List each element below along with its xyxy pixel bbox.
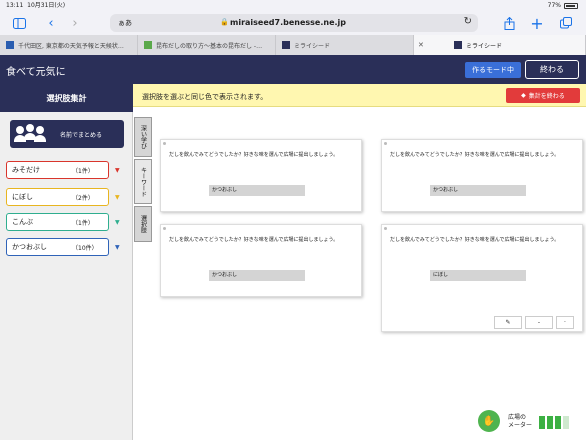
- recipe-favicon-icon: [144, 41, 152, 49]
- browser-tab-label: 昆布だしの取り方〜基本の昆布だし -…: [156, 42, 263, 50]
- browser-tabs: 千代田区, 東京都の天気予報と天候状… 昆布だしの取り方〜基本の昆布だし -… …: [0, 35, 586, 55]
- card-question: だしを飲んでみてどうでしたか？好きな味を選んで広場に提出しましょう。: [169, 152, 339, 158]
- choice-name: みそだけ: [12, 166, 40, 174]
- finish-aggregation-label: 集計を終わる: [528, 93, 565, 100]
- tab-deep-learning[interactable]: 深い学び: [134, 117, 152, 157]
- group-by-name-button[interactable]: 名前でまとめる: [10, 120, 124, 148]
- card-answer: かつおぶし: [430, 185, 526, 196]
- browser-tab-label: 千代田区, 東京都の天気予報と天候状…: [18, 42, 124, 50]
- meter-bars: [539, 416, 569, 429]
- triangle-down-icon[interactable]: ▼: [115, 167, 120, 174]
- card-answer: かつおぶし: [209, 185, 305, 196]
- card-dot: [163, 227, 166, 230]
- meter-label: 広場の メーター: [508, 414, 533, 429]
- browser-toolbar: ‹ › ぁあ 🔒 miraiseed7.benesse.ne.jp ↻ +: [0, 11, 586, 35]
- card-question: だしを飲んでみてどうでしたか？好きな味を選んで広場に提出しましょう。: [169, 237, 339, 243]
- expand-icon[interactable]: ·: [556, 316, 574, 329]
- sidebar-title: 選択肢集計: [0, 84, 133, 112]
- meter-segment: [547, 416, 553, 429]
- tab-choices[interactable]: 選択肢: [134, 206, 152, 242]
- choice-item-katsuobushi[interactable]: かつおぶし （10件）: [6, 238, 109, 256]
- choice-name: かつおぶし: [12, 243, 47, 251]
- end-button[interactable]: 終わる: [525, 60, 579, 79]
- hand-icon[interactable]: ✋: [478, 410, 500, 432]
- meter-segment: [563, 416, 569, 429]
- reader-aa-button[interactable]: ぁあ: [118, 18, 132, 28]
- plaza-meter: ✋ 広場の メーター: [478, 410, 582, 434]
- status-bar: 13:11 10月31日(火) 77%: [0, 0, 586, 11]
- browser-tab-label: ミライシード: [466, 42, 503, 50]
- meter-segment: [539, 416, 545, 429]
- choice-count: （2件）: [72, 194, 94, 202]
- minus-icon[interactable]: -: [525, 316, 553, 329]
- card-answer: かつおぶし: [209, 270, 305, 281]
- tab-overview-icon[interactable]: [557, 14, 575, 32]
- choice-count: （10件）: [72, 244, 98, 252]
- close-tab-icon[interactable]: ✕: [418, 41, 424, 49]
- pen-tool-icon[interactable]: ✎: [494, 316, 522, 329]
- browser-tab-miraiseed-active[interactable]: ✕ ミライシード: [414, 35, 586, 55]
- notice-bar: 選択肢を選ぶと同じ色で表示されます。 ◆ 集計を終わる: [133, 84, 586, 107]
- weather-favicon-icon: [6, 41, 14, 49]
- answer-card[interactable]: だしを飲んでみてどうでしたか？好きな味を選んで広場に提出しましょう。 かつおぶし: [381, 139, 583, 212]
- stop-diamond-icon: ◆: [521, 92, 526, 99]
- choice-name: にぼし: [12, 193, 33, 201]
- sidebar-toggle-icon[interactable]: [10, 14, 28, 32]
- triangle-down-icon[interactable]: ▼: [115, 219, 120, 226]
- address-bar[interactable]: ぁあ 🔒 miraiseed7.benesse.ne.jp ↻: [110, 14, 478, 32]
- status-right: 77%: [548, 0, 578, 11]
- browser-tab-miraiseed-1[interactable]: ミライシード: [276, 35, 414, 55]
- group-by-name-label: 名前でまとめる: [60, 131, 103, 139]
- browser-tab-dashi[interactable]: 昆布だしの取り方〜基本の昆布だし -…: [138, 35, 276, 55]
- back-icon[interactable]: ‹: [42, 14, 60, 32]
- share-icon[interactable]: [500, 14, 518, 32]
- battery-icon: [564, 2, 578, 9]
- lock-icon: 🔒: [220, 18, 229, 26]
- battery-percent: 77%: [547, 2, 561, 9]
- card-dot: [163, 142, 166, 145]
- triangle-down-icon[interactable]: ▼: [115, 194, 120, 201]
- app-header: 食べて元気に 作るモード中 終わる: [0, 55, 586, 84]
- card-dot: [384, 227, 387, 230]
- page-title: 食べて元気に: [6, 67, 66, 78]
- card-answer: にぼし: [430, 270, 526, 281]
- choice-name: こんぶ: [12, 218, 33, 226]
- answer-card[interactable]: だしを飲んでみてどうでしたか？好きな味を選んで広場に提出しましょう。 かつおぶし: [160, 139, 362, 212]
- miraiseed-favicon-icon: [454, 41, 462, 49]
- browser-tab-label: ミライシード: [294, 42, 331, 50]
- choice-count: （1件）: [72, 167, 94, 175]
- answer-card[interactable]: だしを飲んでみてどうでしたか？好きな味を選んで広場に提出しましょう。 かつおぶし: [160, 224, 362, 297]
- reload-icon[interactable]: ↻: [464, 16, 472, 27]
- card-question: だしを飲んでみてどうでしたか？好きな味を選んで広場に提出しましょう。: [390, 152, 560, 158]
- meter-segment: [555, 416, 561, 429]
- browser-tab-weather[interactable]: 千代田区, 東京都の天気予報と天候状…: [0, 35, 138, 55]
- tab-keyword[interactable]: キーワード: [134, 159, 152, 204]
- choice-item-niboshi[interactable]: にぼし （2件）: [6, 188, 109, 206]
- create-mode-button[interactable]: 作るモード中: [465, 62, 521, 78]
- status-time: 13:11 10月31日(火): [6, 2, 66, 9]
- notice-text: 選択肢を選ぶと同じ色で表示されます。: [142, 93, 268, 101]
- triangle-down-icon[interactable]: ▼: [115, 244, 120, 251]
- miraiseed-favicon-icon: [282, 41, 290, 49]
- people-icon: [10, 120, 50, 148]
- finish-aggregation-button[interactable]: ◆ 集計を終わる: [506, 88, 580, 103]
- choice-item-misodake[interactable]: みそだけ （1件）: [6, 161, 109, 179]
- card-dot: [384, 142, 387, 145]
- new-tab-icon[interactable]: +: [528, 14, 546, 33]
- choice-count: （1件）: [72, 219, 94, 227]
- url-text: miraiseed7.benesse.ne.jp: [230, 18, 346, 27]
- choice-item-konbu[interactable]: こんぶ （1件）: [6, 213, 109, 231]
- choice-summary-sidebar: 選択肢集計 名前でまとめる みそだけ （1件） ▼ にぼし （2件） ▼ こんぶ…: [0, 84, 133, 440]
- card-question: だしを飲んでみてどうでしたか？好きな味を選んで広場に提出しましょう。: [390, 237, 560, 243]
- forward-icon[interactable]: ›: [66, 14, 84, 32]
